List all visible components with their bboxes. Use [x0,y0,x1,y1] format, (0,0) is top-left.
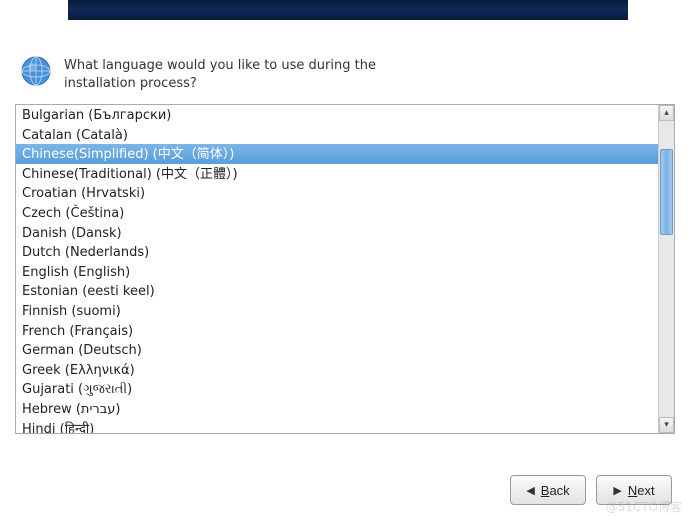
language-list[interactable]: Bulgarian (Български)Catalan (Català)Chi… [16,105,658,433]
globe-icon [20,55,52,87]
header-banner [68,0,628,20]
scroll-down-arrow[interactable]: ▾ [659,417,674,433]
language-item[interactable]: Finnish (suomi) [16,301,658,321]
back-arrow-icon: ◀ [526,484,534,497]
next-button[interactable]: ▶ Next [596,475,672,505]
scrollbar[interactable]: ▴ ▾ [658,105,674,433]
language-list-wrapper: Bulgarian (Български)Catalan (Català)Chi… [15,104,675,434]
language-item[interactable]: Danish (Dansk) [16,223,658,243]
language-item[interactable]: Dutch (Nederlands) [16,242,658,262]
button-row: ◀ Back ▶ Next [510,475,672,505]
language-item[interactable]: Greek (Ελληνικά) [16,360,658,380]
language-item[interactable]: Czech (Čeština) [16,203,658,223]
language-item[interactable]: Estonian (eesti keel) [16,281,658,301]
prompt-text: What language would you like to use duri… [64,55,376,92]
scroll-track[interactable] [659,121,674,417]
prompt-line-1: What language would you like to use duri… [64,57,376,75]
scroll-thumb[interactable] [660,149,673,235]
language-item[interactable]: Catalan (Català) [16,125,658,145]
language-item[interactable]: German (Deutsch) [16,340,658,360]
language-item[interactable]: French (Français) [16,321,658,341]
back-button-label: Back [541,483,570,498]
prompt-line-2: installation process? [64,75,376,93]
next-arrow-icon: ▶ [613,484,621,497]
back-button[interactable]: ◀ Back [510,475,586,505]
language-item[interactable]: Bulgarian (Български) [16,105,658,125]
language-item[interactable]: Gujarati (ગુજરાતી) [16,379,658,399]
language-item[interactable]: Hebrew (עברית) [16,399,658,419]
language-item[interactable]: Hindi (हिन्दी) [16,419,658,434]
language-item[interactable]: Chinese(Traditional) (中文（正體）) [16,164,658,184]
language-item[interactable]: Chinese(Simplified) (中文（简体）) [16,144,658,164]
prompt-row: What language would you like to use duri… [20,55,690,92]
language-item[interactable]: Croatian (Hrvatski) [16,183,658,203]
language-item[interactable]: English (English) [16,262,658,282]
scroll-up-arrow[interactable]: ▴ [659,105,674,121]
next-button-label: Next [628,483,655,498]
